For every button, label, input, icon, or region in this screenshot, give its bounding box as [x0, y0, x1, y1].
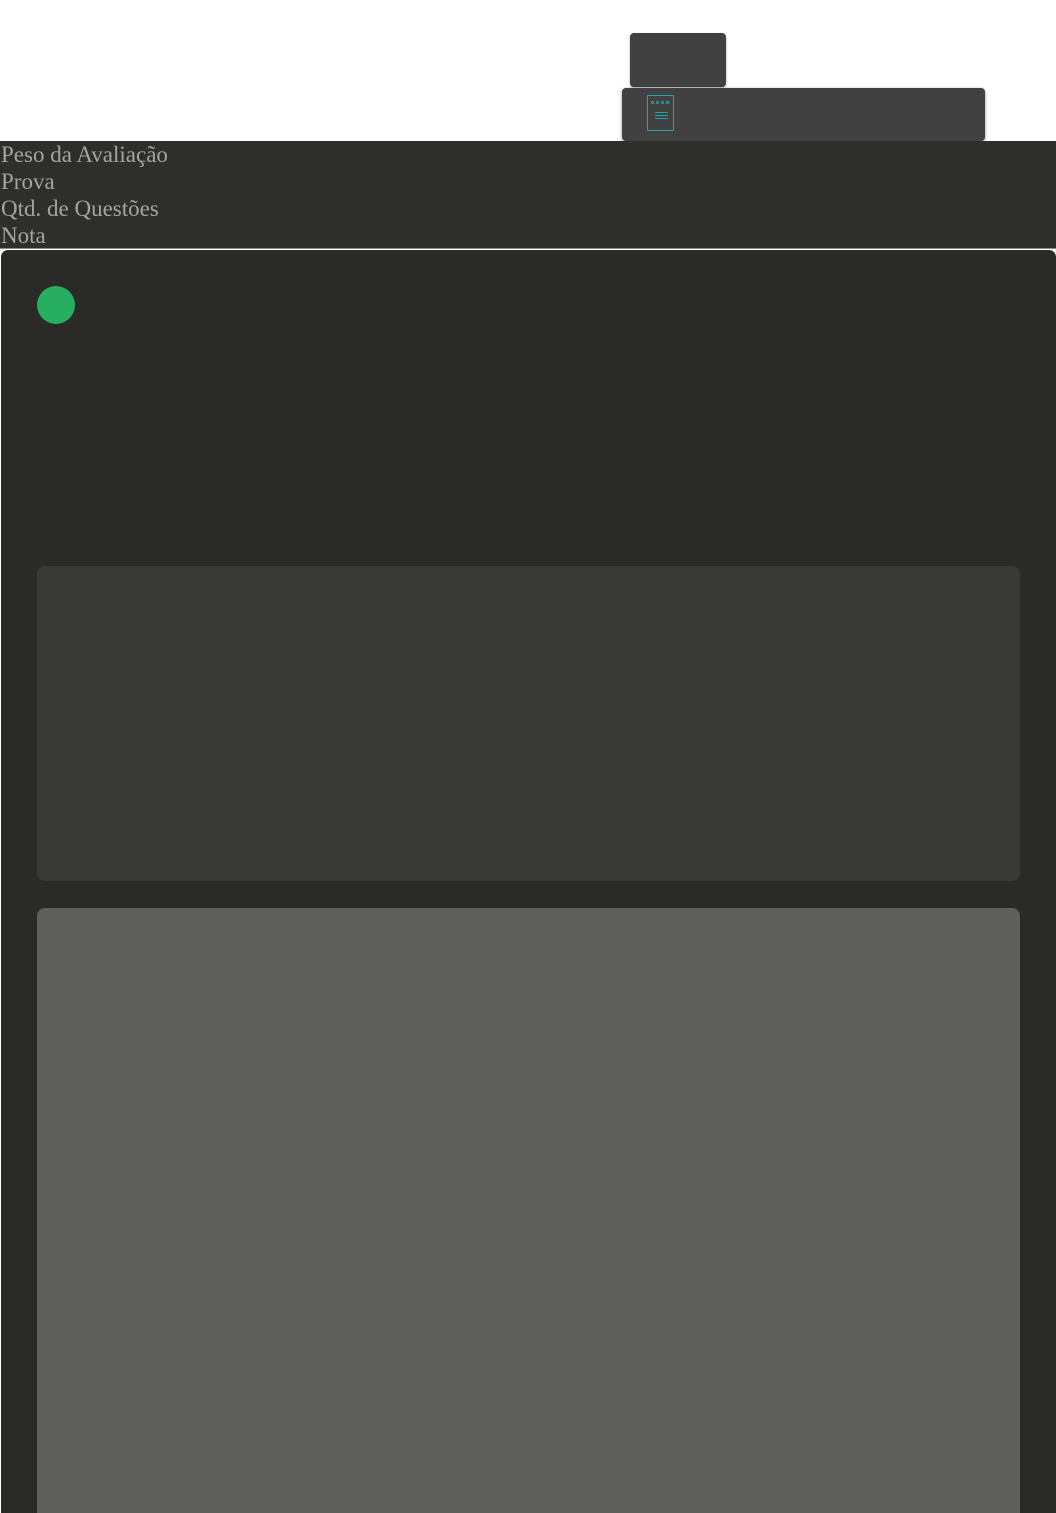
document-icon[interactable] — [647, 95, 674, 131]
content-card-lower — [37, 908, 1020, 1513]
header-field-exam: Prova — [1, 169, 55, 194]
header-field-grade: Nota — [1, 223, 46, 248]
content-card-upper — [37, 566, 1020, 881]
page: Peso da Avaliação Prova Qtd. de Questões… — [0, 0, 1056, 1513]
header-field-question-count: Qtd. de Questões — [1, 196, 159, 221]
floating-toolbar — [622, 88, 985, 141]
floating-tab-button[interactable] — [630, 33, 726, 87]
assessment-info-header: Peso da Avaliação Prova Qtd. de Questões… — [0, 141, 1056, 249]
main-panel — [1, 250, 1056, 1513]
status-indicator — [37, 286, 75, 324]
header-field-weight: Peso da Avaliação — [1, 142, 168, 167]
